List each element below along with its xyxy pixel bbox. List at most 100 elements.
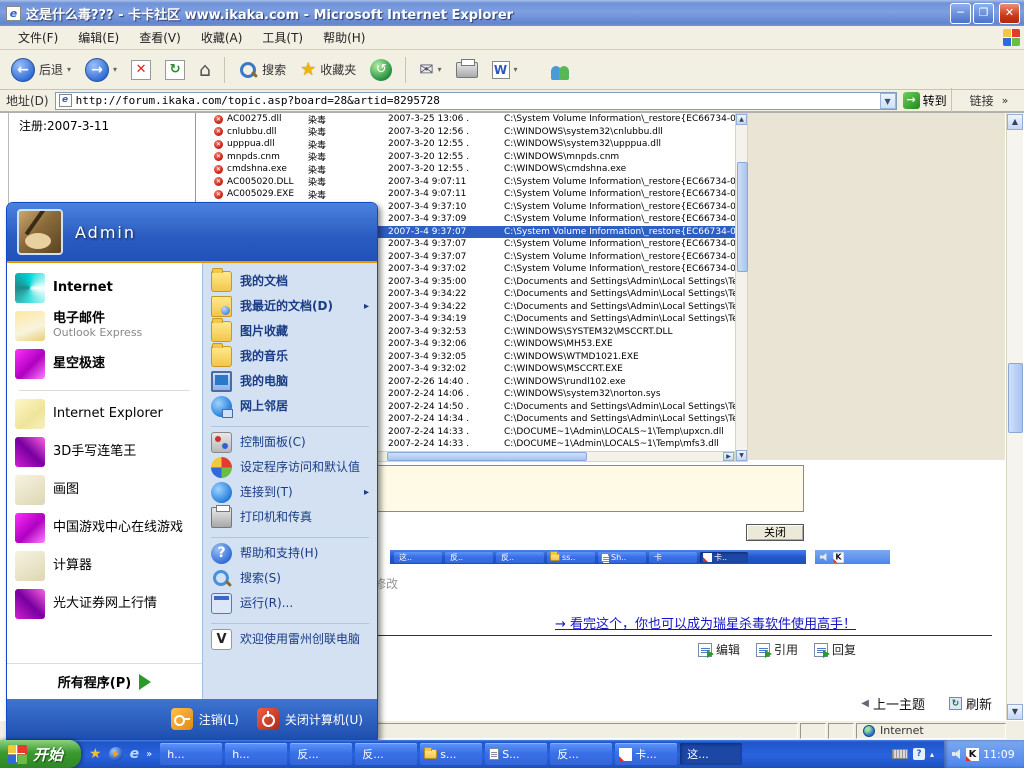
task-button[interactable]: h... — [160, 743, 222, 765]
task-button[interactable]: 反... — [290, 743, 352, 765]
start-menu-item[interactable]: 连接到(T) — [203, 480, 377, 505]
prev-topic-link[interactable]: ◀ 上一主题 — [861, 694, 925, 713]
start-menu-item[interactable]: 我的音乐 — [203, 344, 377, 369]
table-row[interactable]: AC005029.EXE 染毒 2007-3-4 9:07:11 C:\Syst… — [205, 188, 735, 201]
edit-with-word-button[interactable]: W▾ — [487, 59, 523, 81]
shut-down-button[interactable]: 关闭计算机(U) — [257, 708, 363, 730]
start-menu-item[interactable]: 网上邻居 — [203, 394, 377, 419]
links-label[interactable]: 链接 — [970, 92, 994, 109]
start-menu-item[interactable]: 帮助和支持(H) — [203, 541, 377, 566]
search-button[interactable]: 搜索 — [233, 58, 291, 82]
start-menu-item[interactable]: 欢迎使用雷州创联电脑 — [203, 627, 377, 652]
table-row[interactable]: cnlubbu.dll 染毒 2007-3-20 12:56 . C:\WIND… — [205, 126, 735, 139]
task-button[interactable]: 这... — [680, 743, 742, 765]
start-menu-item[interactable]: 电子邮件Outlook Express — [7, 307, 202, 345]
clock[interactable]: 11:09 — [983, 748, 1015, 761]
start-menu-item[interactable]: 光大证券网上行情 — [7, 585, 202, 623]
forward-caret-icon[interactable]: ▾ — [113, 65, 117, 74]
post-action-button[interactable]: 回复 — [814, 641, 856, 658]
volume-icon[interactable] — [952, 749, 962, 759]
print-button[interactable] — [451, 60, 483, 80]
keyboard-layout-icon[interactable] — [892, 749, 908, 759]
menu-item[interactable]: 查看(V) — [129, 26, 191, 49]
start-menu-item[interactable]: 画图 — [7, 471, 202, 509]
table-row[interactable]: cmdshna.exe 染毒 2007-3-20 12:55 . C:\WIND… — [205, 163, 735, 176]
menu-item[interactable]: 编辑(E) — [68, 26, 129, 49]
table-row[interactable]: AC005020.DLL 染毒 2007-3-4 9:07:11 C:\Syst… — [205, 176, 735, 189]
forward-button[interactable]: → ▾ — [80, 56, 122, 84]
kaspersky-tray-icon[interactable]: K — [966, 748, 979, 761]
start-menu-item[interactable]: 打印机和传真 — [203, 505, 377, 530]
task-button[interactable]: 反... — [355, 743, 417, 765]
quicklaunch-star-icon[interactable]: ★ — [89, 746, 102, 762]
start-menu-item[interactable]: 控制面板(C) — [203, 430, 377, 455]
back-button[interactable]: ← 后退▾ — [6, 56, 76, 84]
scrollbar-thumb[interactable] — [387, 452, 587, 461]
address-dropdown-icon[interactable]: ▼ — [880, 93, 896, 109]
quicklaunch-overflow-icon[interactable]: » — [146, 749, 152, 760]
links-chevron-icon[interactable]: » — [1002, 94, 1009, 107]
address-input[interactable]: e http://forum.ikaka.com/topic.asp?board… — [55, 92, 897, 110]
messenger-button[interactable] — [545, 58, 577, 82]
start-menu-item[interactable] — [19, 383, 190, 391]
menu-item[interactable]: 收藏(A) — [191, 26, 253, 49]
scroll-down-icon[interactable]: ▼ — [1007, 704, 1023, 720]
stop-button[interactable]: ✕ — [126, 58, 156, 82]
start-menu-item[interactable] — [211, 616, 369, 624]
mail-caret-icon[interactable]: ▾ — [438, 65, 442, 74]
menu-item[interactable]: 文件(F) — [8, 26, 68, 49]
minimize-button[interactable]: ─ — [950, 3, 971, 24]
start-menu-item[interactable] — [211, 530, 369, 538]
back-caret-icon[interactable]: ▾ — [67, 65, 71, 74]
start-menu-item[interactable]: 图片收藏 — [203, 319, 377, 344]
task-button[interactable]: 卡... — [615, 743, 677, 765]
start-menu-item[interactable]: Internet — [7, 269, 202, 307]
start-menu-item[interactable]: 我最近的文档(D) — [203, 294, 377, 319]
start-menu-item[interactable]: 我的电脑 — [203, 369, 377, 394]
go-button[interactable]: → 转到 — [903, 92, 947, 109]
start-menu-item[interactable] — [211, 419, 369, 427]
scroll-up-icon[interactable]: ▲ — [1007, 114, 1023, 130]
media-player-icon[interactable] — [109, 747, 123, 761]
table-row[interactable]: AC00275.dll 染毒 2007-3-25 13:06 . C:\Syst… — [205, 113, 735, 126]
start-button[interactable]: 开始 — [0, 740, 81, 768]
home-button[interactable]: ⌂ — [194, 57, 216, 83]
start-menu-item[interactable]: 星空极速 — [7, 345, 202, 383]
all-programs-button[interactable]: 所有程序(P) — [7, 663, 202, 699]
start-menu-item[interactable]: 我的文档 — [203, 269, 377, 294]
refresh-link[interactable]: ↻ 刷新 — [949, 694, 992, 713]
log-off-button[interactable]: 注销(L) — [171, 708, 239, 730]
table-row[interactable]: mnpds.cnm 染毒 2007-3-20 12:55 . C:\WINDOW… — [205, 151, 735, 164]
log-vertical-scrollbar[interactable]: ▲ ▼ — [735, 113, 748, 462]
promo-link[interactable]: → 看完这个，你也可以成为瑞星杀毒软件使用高手！ — [555, 617, 856, 632]
help-tray-icon[interactable]: ? — [913, 748, 925, 760]
task-button[interactable]: h... — [225, 743, 287, 765]
start-menu-item[interactable]: 3D手写连笔王 — [7, 433, 202, 471]
browser-vertical-scrollbar[interactable]: ▲ ▼ — [1006, 113, 1023, 721]
scrollbar-thumb[interactable] — [1008, 363, 1023, 433]
menu-item[interactable]: 帮助(H) — [313, 26, 375, 49]
dialog-close-button[interactable]: 关闭 — [746, 524, 804, 541]
table-row[interactable]: upppua.dll 染毒 2007-3-20 12:55 . C:\WINDO… — [205, 138, 735, 151]
start-menu-item[interactable]: 运行(R)... — [203, 591, 377, 616]
start-menu-item[interactable]: 中国游戏中心在线游戏 — [7, 509, 202, 547]
task-button[interactable]: 反... — [550, 743, 612, 765]
scroll-down-icon[interactable]: ▼ — [736, 450, 747, 461]
task-button[interactable]: S... — [485, 743, 547, 765]
task-button[interactable]: s... — [420, 743, 482, 765]
scrollbar-thumb[interactable] — [737, 162, 748, 272]
hide-icons-chevron[interactable]: ▴ — [930, 750, 934, 759]
start-menu-item[interactable]: 设定程序访问和默认值 — [203, 455, 377, 480]
restore-button[interactable]: ❐ — [973, 3, 994, 24]
mail-button[interactable]: ✉▾ — [414, 58, 446, 82]
start-menu-item[interactable]: Internet Explorer — [7, 395, 202, 433]
post-action-button[interactable]: 引用 — [756, 641, 798, 658]
close-button[interactable]: ✕ — [999, 3, 1020, 24]
start-menu-item[interactable]: 计算器 — [7, 547, 202, 585]
history-button[interactable]: ↺ — [365, 57, 397, 83]
scroll-up-icon[interactable]: ▲ — [736, 114, 747, 125]
start-menu-item[interactable]: 搜索(S) — [203, 566, 377, 591]
post-action-button[interactable]: 编辑 — [698, 641, 740, 658]
favorites-button[interactable]: ★收藏夹 — [295, 57, 361, 82]
scroll-right-icon[interactable]: ▶ — [723, 452, 734, 461]
